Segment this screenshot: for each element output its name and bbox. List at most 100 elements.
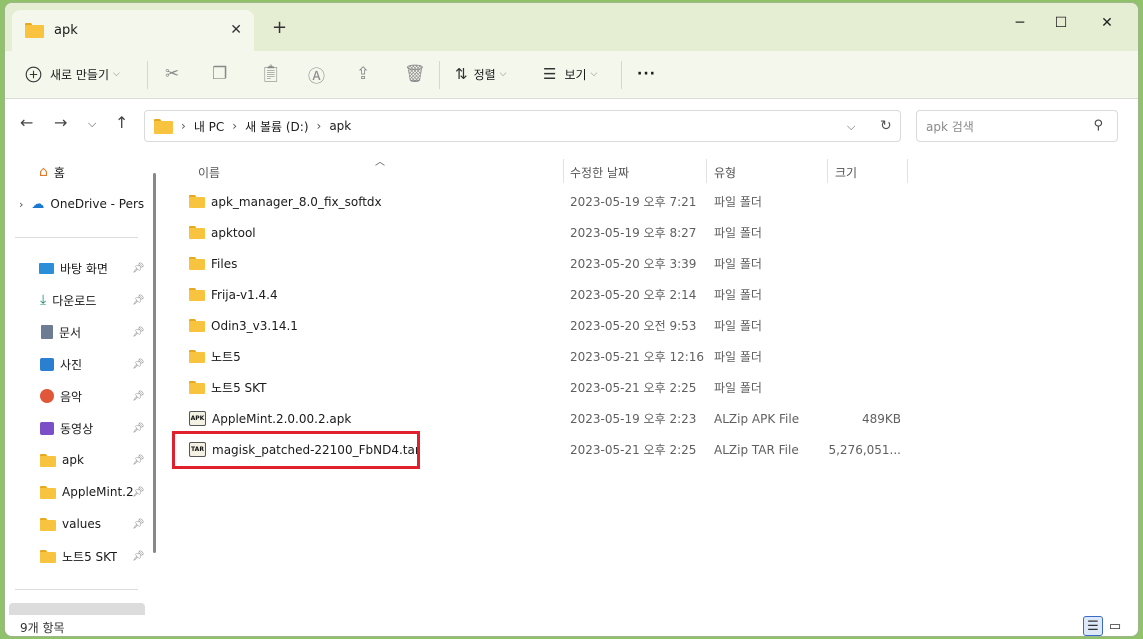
share-icon[interactable]: ⇪ — [356, 51, 370, 97]
expand-chevron-icon[interactable]: › — [19, 198, 23, 211]
pin-icon[interactable]: 📌︎ — [132, 327, 145, 338]
view-button[interactable]: ☰ 보기 ⌵ — [543, 51, 597, 97]
pin-icon[interactable]: 📌︎ — [132, 295, 145, 306]
sidebar-item-pictures[interactable]: 사진 📌︎ — [5, 349, 145, 379]
back-arrow-icon[interactable]: ← — [20, 113, 33, 132]
home-icon: ⌂ — [39, 164, 48, 180]
pictures-icon — [40, 357, 54, 371]
sidebar-item-label: 바탕 화면 — [60, 261, 108, 276]
paste-icon[interactable]: 📋︎ — [260, 51, 282, 97]
pin-icon[interactable]: 📌︎ — [132, 551, 145, 562]
more-options-button[interactable]: ··· — [637, 51, 656, 97]
sidebar-item-home[interactable]: ⌂ 홈 — [5, 157, 145, 187]
pin-icon[interactable]: 📌︎ — [132, 391, 145, 402]
tiles-view-button[interactable]: ▭ — [1105, 616, 1125, 636]
sidebar-item-applemint[interactable]: AppleMint.2. 📌︎ — [5, 477, 145, 507]
column-divider[interactable] — [827, 159, 828, 183]
search-input[interactable]: apk 검색 — [926, 118, 974, 135]
status-bar: 9개 항목 ☰ ▭ — [5, 615, 1138, 636]
file-type: ALZip TAR File — [714, 442, 799, 457]
pin-icon[interactable]: 📌︎ — [132, 519, 145, 530]
search-icon[interactable]: ⚲ — [1093, 118, 1103, 133]
file-name: Frija-v1.4.4 — [211, 287, 278, 302]
forward-arrow-icon[interactable]: → — [54, 113, 67, 132]
sidebar-item-note5-skt[interactable]: 노트5 SKT 📌︎ — [5, 541, 145, 571]
file-row[interactable]: 노트5 SKT 2023-05-21 오후 2:25 파일 폴더 — [165, 372, 1125, 403]
sidebar-item-downloads[interactable]: ⤓ 다운로드 📌︎ — [5, 285, 145, 315]
sidebar-item-apk[interactable]: apk 📌︎ — [5, 445, 145, 475]
pin-icon[interactable]: 📌︎ — [132, 423, 145, 434]
sidebar-item-values[interactable]: values 📌︎ — [5, 509, 145, 539]
sidebar-item-onedrive[interactable]: › ☁ OneDrive - Pers — [5, 189, 145, 219]
breadcrumb-volume-d[interactable]: 새 볼륨 (D:) — [245, 118, 308, 135]
pin-icon[interactable]: 📌︎ — [132, 263, 145, 274]
column-header-size[interactable]: 크기 — [835, 157, 857, 187]
details-view-button[interactable]: ☰ — [1083, 616, 1103, 636]
breadcrumb-this-pc[interactable]: 내 PC — [194, 118, 224, 135]
sidebar-scrollbar[interactable] — [153, 173, 156, 553]
sidebar-divider — [15, 237, 138, 238]
minimize-button[interactable]: ─ — [1000, 11, 1040, 35]
close-window-button[interactable]: ✕ — [1087, 11, 1127, 35]
sidebar-item-videos[interactable]: 동영상 📌︎ — [5, 413, 145, 443]
file-row[interactable]: 노트5 2023-05-21 오후 12:16 파일 폴더 — [165, 341, 1125, 372]
sort-ascending-icon: ︿ — [375, 157, 385, 168]
view-label: 보기 — [564, 67, 587, 82]
folder-icon — [40, 549, 56, 563]
pin-icon[interactable]: 📌︎ — [132, 455, 145, 466]
recent-locations-chevron-icon[interactable]: ⌵ — [88, 117, 96, 131]
column-divider[interactable] — [907, 159, 908, 183]
tab-close-icon[interactable]: ✕ — [230, 22, 242, 38]
sidebar-item-music[interactable]: 음악 📌︎ — [5, 381, 145, 411]
toolbar-divider — [147, 61, 148, 89]
navigation-pane: ⌂ 홈 › ☁ OneDrive - Pers 바탕 화면 📌︎ ⤓ 다운로드 … — [5, 151, 155, 617]
file-row[interactable]: APK AppleMint.2.0.00.2.apk 2023-05-19 오후 … — [165, 403, 1125, 434]
new-button[interactable]: 새로 만들기 ⌵ — [25, 51, 120, 97]
sidebar-item-label: 동영상 — [60, 421, 94, 436]
file-row[interactable]: apk_manager_8.0_fix_softdx 2023-05-19 오후… — [165, 186, 1125, 217]
file-type: 파일 폴더 — [714, 195, 762, 209]
address-bar[interactable]: › 내 PC › 새 볼륨 (D:) › apk ⌵ ↻ — [144, 110, 901, 142]
onedrive-icon: ☁ — [31, 196, 45, 212]
chevron-right-icon[interactable]: › — [181, 119, 186, 133]
item-count: 9개 항목 — [20, 621, 65, 635]
navigation-bar: ← → ⌵ ↑ › 내 PC › 새 볼륨 (D:) › apk ⌵ ↻ apk… — [5, 99, 1138, 147]
column-divider[interactable] — [563, 159, 564, 183]
file-name: Files — [211, 256, 238, 271]
breadcrumb-apk[interactable]: apk — [329, 119, 351, 133]
pin-icon[interactable]: 📌︎ — [132, 359, 145, 370]
copy-icon[interactable]: ❐ — [212, 51, 227, 97]
details-view-icon: ☰ — [1087, 618, 1099, 634]
chevron-right-icon[interactable]: › — [317, 119, 322, 133]
sidebar-item-documents[interactable]: 문서 📌︎ — [5, 317, 145, 347]
list-view-icon: ☰ — [543, 65, 557, 83]
file-size: 489KB — [861, 411, 901, 426]
refresh-icon[interactable]: ↻ — [880, 118, 892, 134]
column-header-date[interactable]: 수정한 날짜 — [570, 157, 629, 187]
rename-icon[interactable]: Ⓐ — [308, 51, 325, 97]
sort-button[interactable]: ⇅ 정렬 ⌵ — [455, 51, 507, 97]
file-row[interactable]: Odin3_v3.14.1 2023-05-20 오전 9:53 파일 폴더 — [165, 310, 1125, 341]
file-row[interactable]: Files 2023-05-20 오후 3:39 파일 폴더 — [165, 248, 1125, 279]
chevron-right-icon[interactable]: › — [232, 119, 237, 133]
tiles-view-icon: ▭ — [1108, 618, 1122, 634]
file-row[interactable]: Frija-v1.4.4 2023-05-20 오후 2:14 파일 폴더 — [165, 279, 1125, 310]
file-row[interactable]: apktool 2023-05-19 오후 8:27 파일 폴더 — [165, 217, 1125, 248]
column-header-type[interactable]: 유형 — [714, 157, 736, 187]
maximize-button[interactable]: ☐ — [1041, 11, 1081, 35]
sidebar-item-label: 음악 — [60, 389, 83, 404]
cut-icon[interactable]: ✂ — [165, 51, 179, 97]
pin-icon[interactable]: 📌︎ — [132, 487, 145, 498]
delete-icon[interactable]: 🗑︎ — [404, 51, 426, 97]
sidebar-item-label: values — [62, 517, 102, 531]
tab-apk[interactable]: apk ✕ — [12, 10, 254, 51]
column-divider[interactable] — [706, 159, 707, 183]
sidebar-item-desktop[interactable]: 바탕 화면 📌︎ — [5, 253, 145, 283]
folder-icon — [154, 118, 173, 134]
new-tab-button[interactable]: + — [272, 17, 287, 38]
search-box[interactable]: apk 검색 ⚲ — [916, 110, 1118, 142]
folder-icon — [189, 226, 205, 239]
address-dropdown-icon[interactable]: ⌵ — [847, 120, 855, 134]
up-arrow-icon[interactable]: ↑ — [115, 113, 128, 132]
column-header-name[interactable]: 이름 — [198, 157, 220, 187]
